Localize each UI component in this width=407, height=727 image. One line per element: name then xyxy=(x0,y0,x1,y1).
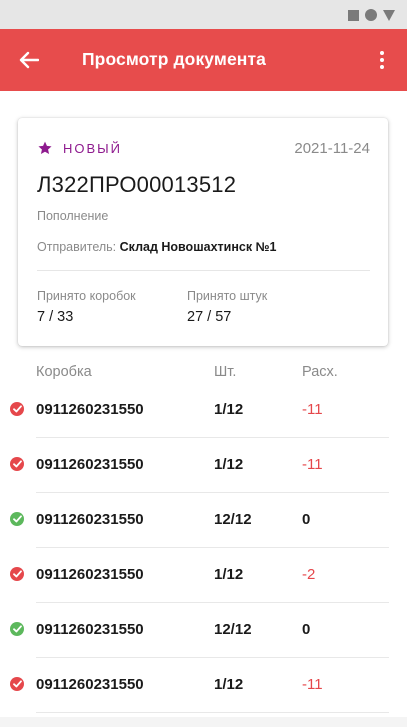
star-icon xyxy=(38,141,52,154)
document-date: 2021-11-24 xyxy=(294,140,370,157)
box-code: 0911260231550 xyxy=(36,401,144,418)
check-icon xyxy=(12,460,22,468)
page-title: Просмотр документа xyxy=(82,49,266,69)
document-type: Пополнение xyxy=(37,209,109,223)
check-icon xyxy=(12,625,22,633)
status-error-icon xyxy=(10,402,24,416)
box-list: 0911260231550 1/12 -11 0911260231550 1/12 -11… xyxy=(0,382,407,713)
circle-icon xyxy=(365,9,377,21)
status-error-icon xyxy=(10,457,24,471)
system-nav-icons xyxy=(348,9,395,21)
pieces-count: 1/12 xyxy=(214,456,244,473)
status-error-icon xyxy=(10,677,24,691)
pieces-count: 12/12 xyxy=(214,511,252,528)
stat-value: 27 / 57 xyxy=(187,309,232,325)
table-row[interactable]: 0911260231550 1/12 -11 xyxy=(0,657,407,713)
check-icon xyxy=(12,680,22,688)
table-row[interactable]: 0911260231550 12/12 0 xyxy=(0,602,407,658)
card-divider xyxy=(37,270,370,271)
status-error-icon xyxy=(10,567,24,581)
pieces-count: 1/12 xyxy=(214,676,244,693)
more-vertical-icon xyxy=(380,51,384,55)
stat-value: 7 / 33 xyxy=(37,309,74,325)
stat-label: Принято штук xyxy=(187,289,268,303)
check-icon xyxy=(12,515,22,523)
stat-label: Принято коробок xyxy=(37,289,136,303)
system-status-bar xyxy=(0,0,407,29)
table-row[interactable]: 0911260231550 1/12 -2 xyxy=(0,547,407,603)
sender-value: Склад Новошахтинск №1 xyxy=(119,240,277,254)
box-code: 0911260231550 xyxy=(36,511,144,528)
box-code: 0911260231550 xyxy=(36,456,144,473)
status-ok-icon xyxy=(10,622,24,636)
bottom-scroll-edge xyxy=(0,717,407,727)
back-button[interactable] xyxy=(14,45,44,75)
box-code: 0911260231550 xyxy=(36,621,144,638)
document-number: Л322ПРО00013512 xyxy=(37,172,237,197)
pieces-received-stat: Принято штук 27 / 57 xyxy=(187,289,267,325)
triangle-icon xyxy=(383,9,395,21)
difference-value: -2 xyxy=(302,566,316,583)
check-icon xyxy=(12,405,22,413)
sender-row: Отправитель: Склад Новошахтинск №1 xyxy=(37,240,276,254)
pieces-count: 12/12 xyxy=(214,621,252,638)
app-bar: Просмотр документа xyxy=(0,29,407,91)
row-divider xyxy=(36,712,389,713)
box-code: 0911260231550 xyxy=(36,566,144,583)
pieces-count: 1/12 xyxy=(214,401,244,418)
pieces-count: 1/12 xyxy=(214,566,244,583)
arrow-left-icon xyxy=(19,51,39,69)
difference-value: 0 xyxy=(302,511,311,528)
box-code: 0911260231550 xyxy=(36,676,144,693)
square-icon xyxy=(348,9,359,21)
difference-value: -11 xyxy=(302,401,323,418)
document-status: НОВЫЙ xyxy=(37,140,122,156)
difference-value: -11 xyxy=(302,676,323,693)
document-card: НОВЫЙ 2021-11-24 Л322ПРО00013512 Пополне… xyxy=(18,118,388,346)
table-row[interactable]: 0911260231550 12/12 0 xyxy=(0,492,407,548)
column-header-difference: Расх. xyxy=(302,364,338,380)
more-options-button[interactable] xyxy=(375,47,389,73)
column-header-box: Коробка xyxy=(36,364,92,380)
check-icon xyxy=(12,570,22,578)
difference-value: 0 xyxy=(302,621,311,638)
status-badge: НОВЫЙ xyxy=(63,140,123,156)
column-header-pieces: Шт. xyxy=(214,364,237,380)
sender-label: Отправитель: xyxy=(37,240,117,254)
status-ok-icon xyxy=(10,512,24,526)
table-row[interactable]: 0911260231550 1/12 -11 xyxy=(0,437,407,493)
boxes-received-stat: Принято коробок 7 / 33 xyxy=(37,289,136,325)
difference-value: -11 xyxy=(302,456,323,473)
table-row[interactable]: 0911260231550 1/12 -11 xyxy=(0,382,407,438)
